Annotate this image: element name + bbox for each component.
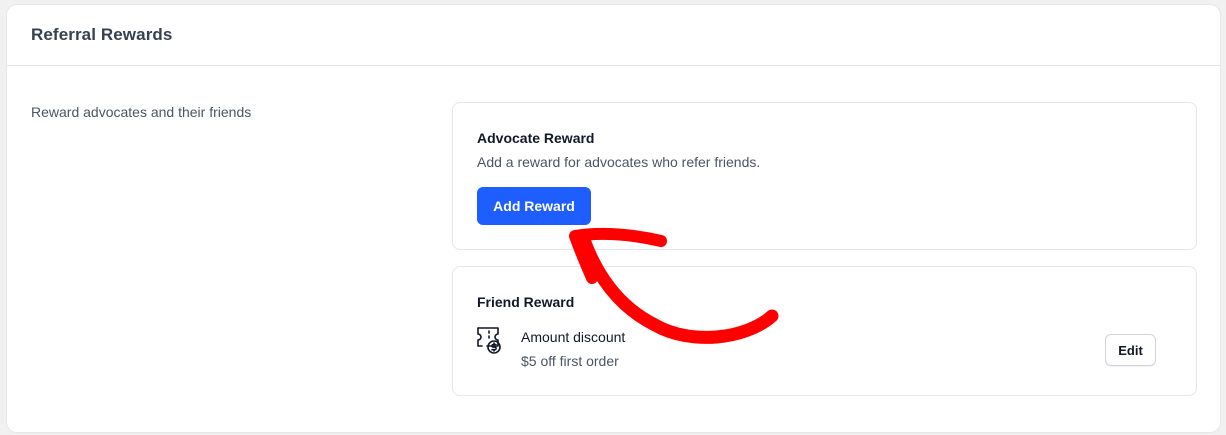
referral-rewards-panel: Referral Rewards Reward advocates and th… xyxy=(7,5,1220,432)
advocate-reward-subtitle: Add a reward for advocates who refer fri… xyxy=(477,154,761,170)
discount-type-label: Amount discount xyxy=(521,329,626,345)
advocate-reward-card: Advocate Reward Add a reward for advocat… xyxy=(452,102,1197,250)
add-reward-button[interactable]: Add Reward xyxy=(477,187,591,225)
panel-header: Referral Rewards xyxy=(7,5,1220,66)
advocate-reward-title: Advocate Reward xyxy=(477,130,595,146)
friend-reward-card: Friend Reward Amount discount $5 off fir… xyxy=(452,266,1197,396)
ticket-dollar-icon xyxy=(475,325,505,355)
section-description: Reward advocates and their friends xyxy=(31,104,252,120)
edit-friend-reward-button[interactable]: Edit xyxy=(1105,334,1156,366)
discount-detail-label: $5 off first order xyxy=(521,353,619,369)
panel-title: Referral Rewards xyxy=(31,25,173,44)
friend-reward-title: Friend Reward xyxy=(477,294,575,310)
